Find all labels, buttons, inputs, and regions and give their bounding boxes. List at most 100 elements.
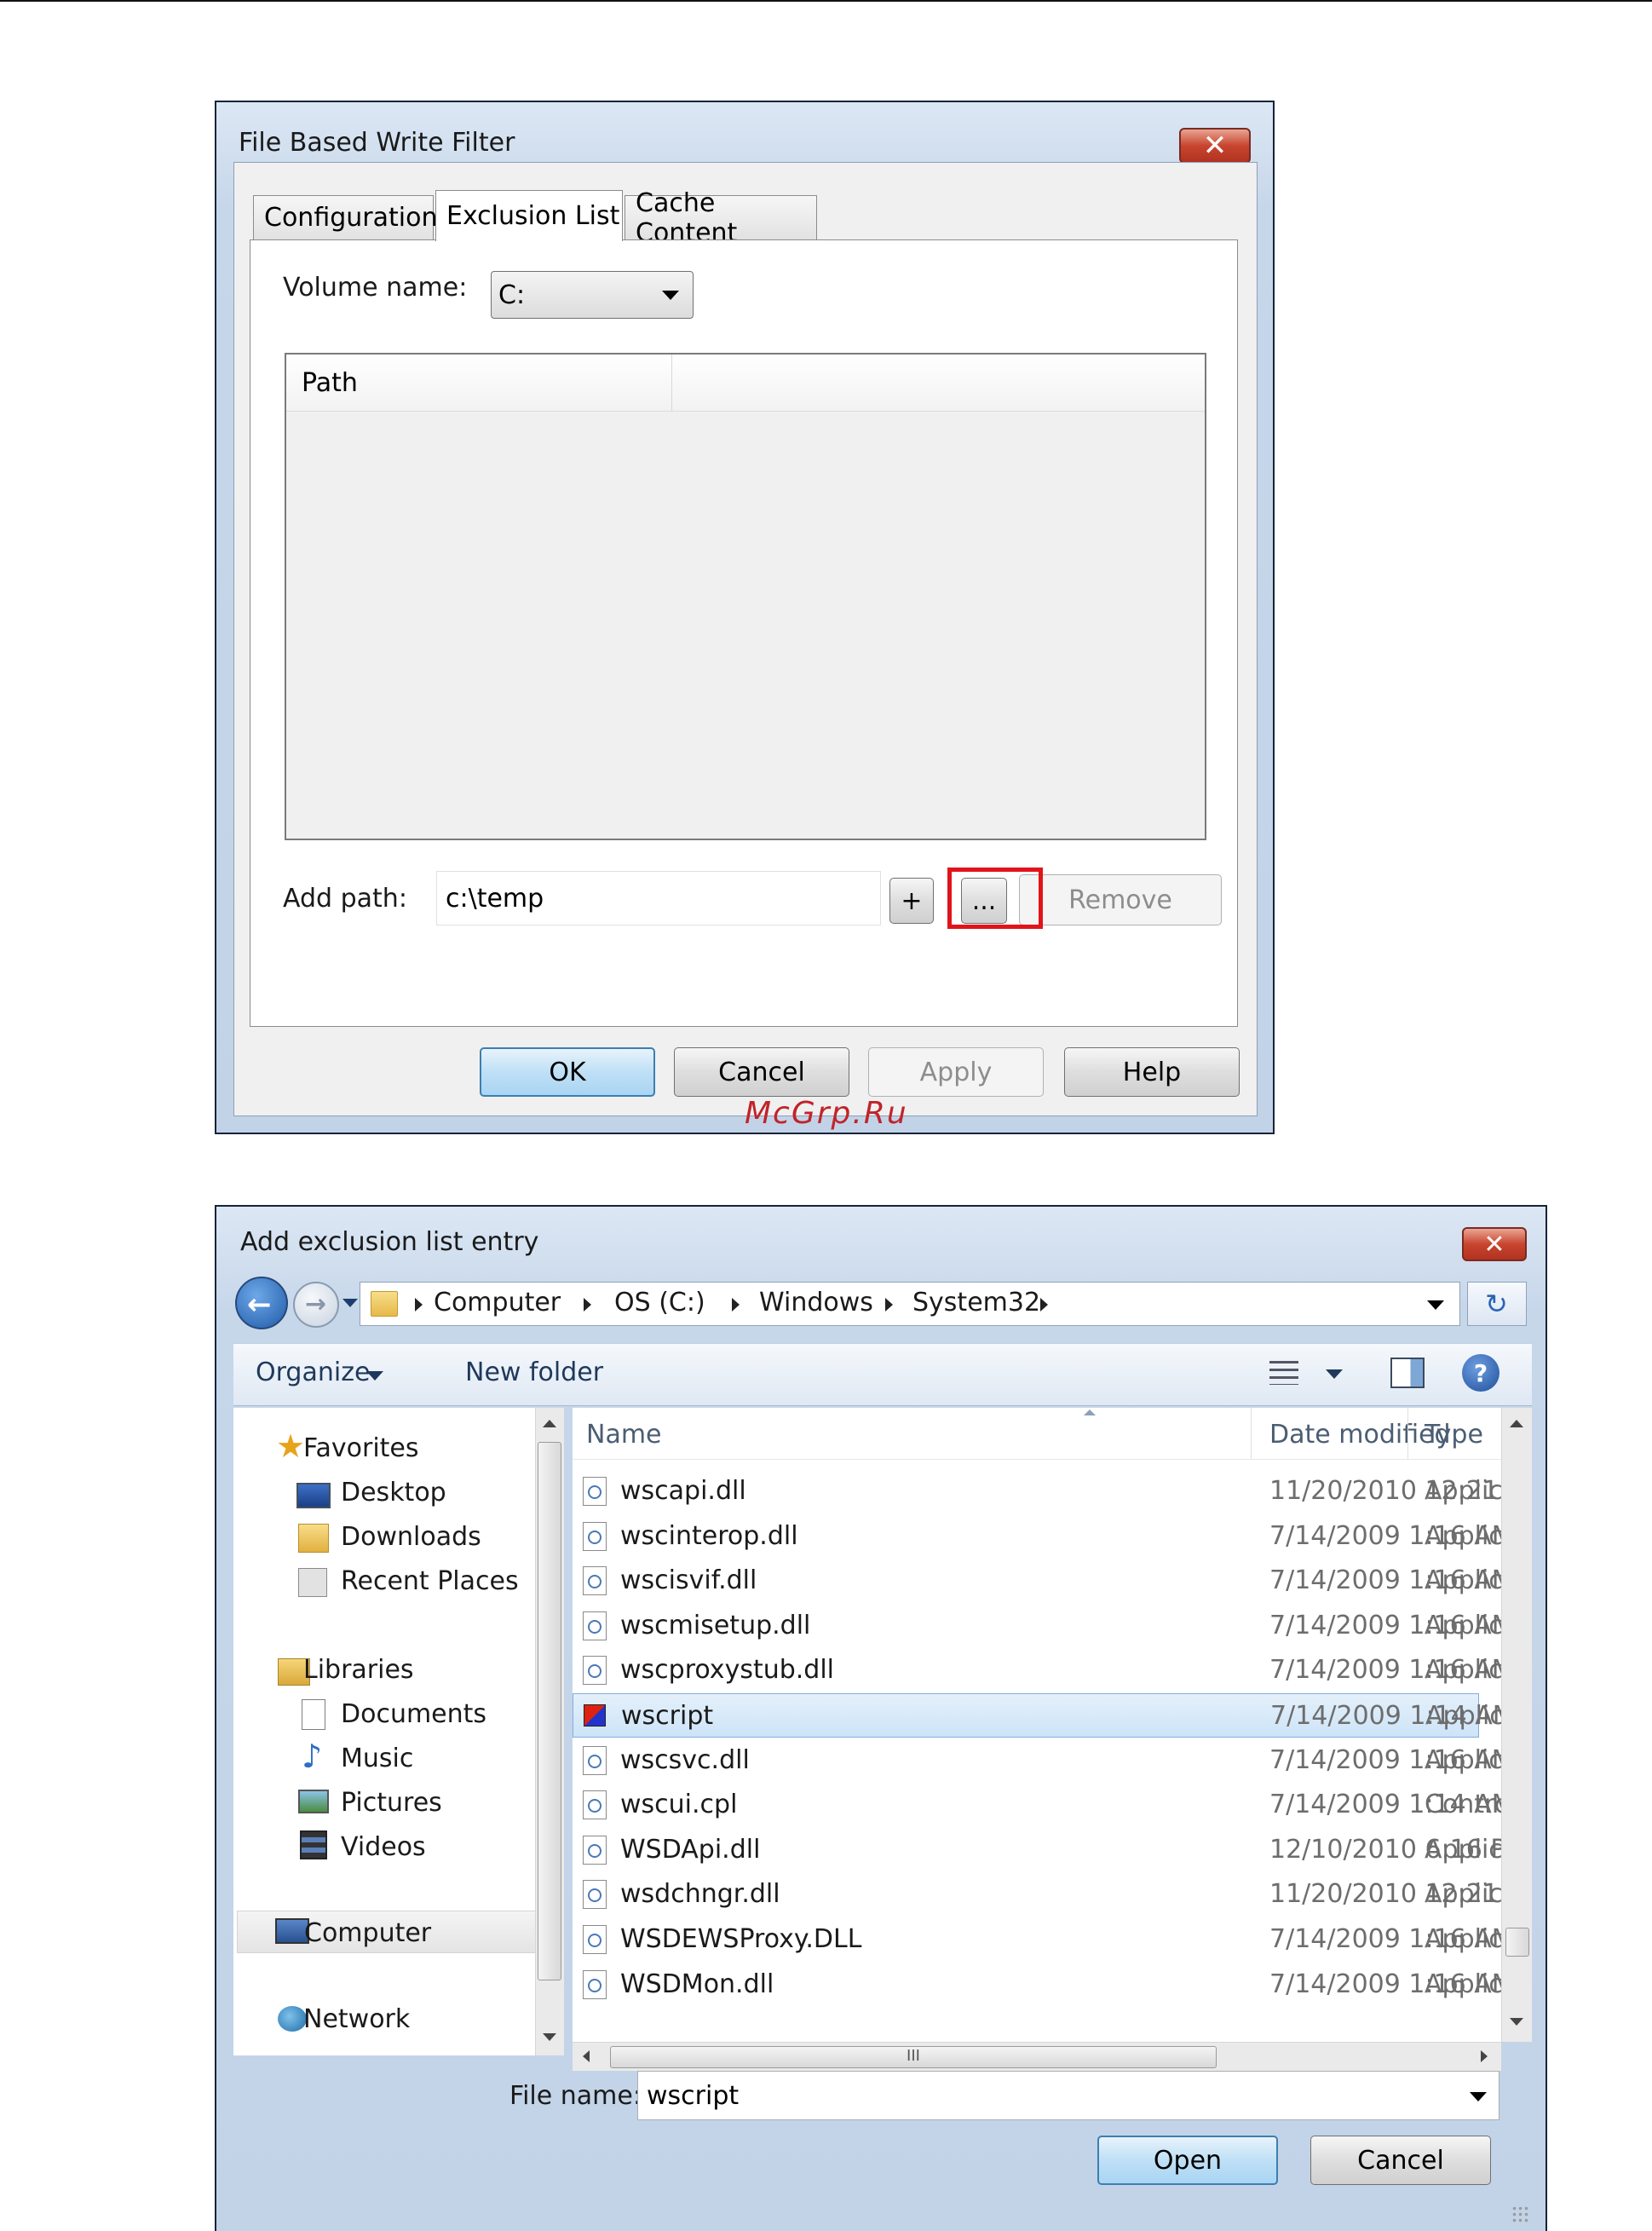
chevron-down-icon[interactable] — [1470, 2092, 1487, 2101]
file-type: Applic — [1425, 1744, 1503, 1775]
file-row[interactable]: wscisvif.dll 7/14/2009 1:16 AM Applic — [573, 1559, 1514, 1603]
recent-pages-chevron-icon[interactable] — [342, 1299, 358, 1307]
breadcrumb-system32[interactable]: System32 — [912, 1288, 1040, 1317]
file-row[interactable]: wscmisetup.dll 7/14/2009 1:16 AM Applic — [573, 1604, 1514, 1648]
file-row[interactable]: WSDApi.dll 12/10/2010 6:16 PM Applic — [573, 1828, 1528, 1872]
cancel-button[interactable]: Cancel — [1310, 2136, 1491, 2185]
scrollbar-thumb[interactable] — [538, 1442, 561, 1980]
close-button[interactable]: ✕ — [1462, 1227, 1527, 1261]
help-button[interactable]: ? — [1462, 1354, 1499, 1392]
file-name: wscript — [621, 1701, 714, 1731]
organize-button[interactable]: Organize — [256, 1358, 383, 1387]
exclusion-list-panel: Volume name: C: Path Add path: c:\temp +… — [250, 239, 1238, 1027]
resize-grip-icon[interactable] — [1511, 2205, 1528, 2222]
nav-videos[interactable]: Videos — [341, 1832, 426, 1862]
forward-button[interactable]: → — [293, 1282, 339, 1328]
nav-pictures[interactable]: Pictures — [341, 1788, 442, 1818]
exclusion-path-list[interactable]: Path — [285, 353, 1206, 840]
horizontal-scrollbar-thumb[interactable]: III — [610, 2046, 1217, 2068]
file-rows: wscapi.dll 11/20/2010 12:21 ... Applic wsci… — [573, 1469, 1531, 2015]
scroll-down-arrow-icon[interactable] — [1510, 2018, 1523, 2026]
volume-name-select[interactable]: C: — [491, 271, 694, 319]
breadcrumb-separator-icon[interactable] — [415, 1298, 423, 1312]
chevron-down-icon — [662, 291, 679, 300]
apply-button[interactable]: Apply — [868, 1047, 1044, 1097]
dll-file-icon — [583, 1477, 607, 1506]
dialog-title: Add exclusion list entry — [240, 1227, 539, 1257]
scroll-left-arrow-icon[interactable] — [583, 2050, 590, 2062]
view-options-button[interactable] — [1269, 1356, 1346, 1393]
column-header-name[interactable]: Name — [586, 1420, 662, 1450]
preview-pane-button[interactable] — [1390, 1358, 1425, 1388]
dll-file-icon — [583, 1566, 607, 1596]
nav-favorites[interactable]: Favorites — [303, 1433, 419, 1463]
nav-music[interactable]: Music — [341, 1744, 413, 1773]
nav-network[interactable]: Network — [303, 2004, 410, 2034]
nav-computer[interactable]: Computer — [304, 1918, 431, 1948]
network-icon — [278, 2006, 307, 2032]
close-button[interactable]: ✕ — [1179, 128, 1251, 164]
refresh-button[interactable]: ↻ — [1467, 1282, 1527, 1326]
column-divider[interactable] — [1251, 1408, 1252, 1459]
column-header-date-modified[interactable]: Date modified — [1269, 1420, 1451, 1450]
address-bar[interactable]: Computer OS (C:) Windows System32 — [360, 1282, 1460, 1326]
file-row[interactable]: WSDMon.dll 7/14/2009 1:16 AM Applic — [573, 1963, 1514, 2007]
file-row[interactable]: wscript 7/14/2009 1:14 AM Applic — [573, 1693, 1515, 1738]
column-header-path[interactable]: Path — [302, 368, 358, 398]
nav-computer-row[interactable]: Computer — [237, 1911, 545, 1953]
cancel-button[interactable]: Cancel — [674, 1047, 849, 1097]
add-path-button[interactable]: + — [889, 878, 934, 924]
tab-configuration[interactable]: Configuration — [253, 195, 437, 239]
remove-button[interactable]: Remove — [1019, 874, 1222, 925]
breadcrumb-os-c[interactable]: OS (C:) — [614, 1288, 705, 1317]
address-history-chevron-icon[interactable] — [1427, 1300, 1444, 1310]
breadcrumb-separator-icon[interactable] — [1040, 1298, 1048, 1312]
scroll-up-arrow-icon[interactable] — [543, 1420, 556, 1427]
file-type: Applic — [1425, 1969, 1503, 1999]
column-divider[interactable] — [1407, 1408, 1408, 1459]
file-list-horizontal-scrollbar[interactable]: III — [573, 2042, 1501, 2071]
help-icon: ? — [1473, 1358, 1488, 1387]
file-list-scrollbar[interactable] — [1501, 1408, 1532, 2042]
dialog-title: File Based Write Filter — [239, 128, 515, 158]
scroll-up-arrow-icon[interactable] — [1510, 1420, 1523, 1427]
new-folder-button[interactable]: New folder — [465, 1358, 603, 1387]
file-name: WSDEWSProxy.DLL — [620, 1924, 862, 1954]
breadcrumb-windows[interactable]: Windows — [759, 1288, 873, 1317]
file-row[interactable]: wscproxystub.dll 7/14/2009 1:16 AM Applic — [573, 1648, 1514, 1692]
file-type: Applic — [1425, 1520, 1503, 1551]
add-exclusion-list-entry-dialog: Add exclusion list entry ✕ ← → Computer … — [215, 1205, 1547, 2231]
nav-recent-places[interactable]: Recent Places — [341, 1566, 519, 1596]
tab-cache-content[interactable]: Cache Content — [625, 188, 817, 248]
navigation-pane: ★ Favorites Desktop Downloads Recent Pla… — [233, 1408, 554, 2055]
breadcrumb-separator-icon[interactable] — [584, 1298, 591, 1312]
nav-desktop[interactable]: Desktop — [341, 1478, 446, 1508]
add-path-input[interactable]: c:\temp — [436, 871, 881, 925]
open-button[interactable]: Open — [1097, 2136, 1278, 2185]
navigation-pane-scrollbar[interactable] — [535, 1408, 564, 2055]
scrollbar-thumb[interactable] — [1505, 1928, 1529, 1957]
nav-libraries[interactable]: Libraries — [303, 1655, 414, 1685]
file-row[interactable]: wscsvc.dll 7/14/2009 1:16 AM Applic — [573, 1738, 1514, 1783]
tab-exclusion-list[interactable]: Exclusion List — [435, 190, 623, 241]
column-header-type[interactable]: Type — [1425, 1420, 1483, 1450]
file-row[interactable]: wsdchngr.dll 11/20/2010 12:21 ... Applic — [573, 1872, 1531, 1917]
file-row[interactable]: wscui.cpl 7/14/2009 1:14 AM Contrc — [573, 1783, 1514, 1827]
nav-downloads[interactable]: Downloads — [341, 1522, 481, 1552]
column-divider[interactable] — [671, 355, 672, 411]
scroll-down-arrow-icon[interactable] — [543, 2033, 556, 2041]
ok-button[interactable]: OK — [480, 1047, 655, 1097]
file-row[interactable]: WSDEWSProxy.DLL 7/14/2009 1:16 AM Applic — [573, 1917, 1514, 1962]
breadcrumb-computer[interactable]: Computer — [434, 1288, 561, 1317]
breadcrumb-separator-icon[interactable] — [885, 1298, 893, 1312]
dll-file-icon — [583, 1611, 607, 1640]
help-button[interactable]: Help — [1064, 1047, 1240, 1097]
breadcrumb-separator-icon[interactable] — [732, 1298, 740, 1312]
file-row[interactable]: wscapi.dll 11/20/2010 12:21 ... Applic — [573, 1469, 1531, 1513]
back-button[interactable]: ← — [235, 1277, 288, 1329]
scroll-right-arrow-icon[interactable] — [1481, 2050, 1488, 2062]
file-name: wscproxystub.dll — [620, 1655, 835, 1686]
nav-documents[interactable]: Documents — [341, 1699, 486, 1729]
file-name-input[interactable]: wscript — [637, 2071, 1499, 2120]
file-row[interactable]: wscinterop.dll 7/14/2009 1:16 AM Applic — [573, 1514, 1514, 1559]
